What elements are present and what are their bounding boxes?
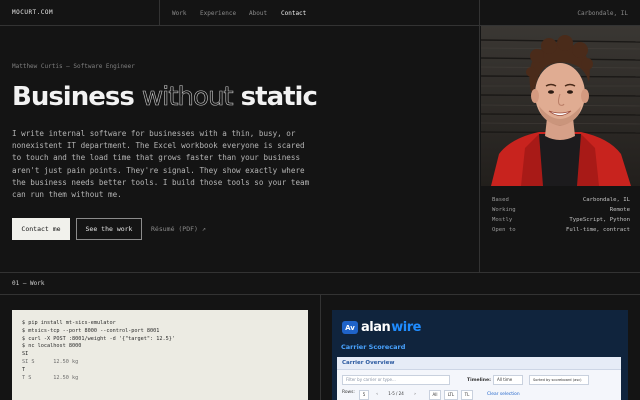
site-brand[interactable]: MOCURT.COM: [12, 9, 53, 16]
hero-section: Matthew Curtis — Software Engineer Busin…: [0, 26, 480, 272]
profile-facts: Based Carbondale, IL Working Remote Most…: [481, 186, 640, 272]
fact-row: Open to Full-time, contract: [492, 227, 630, 233]
terminal-card[interactable]: $ pip install mt-sics-emulator $ mtsics-…: [12, 310, 308, 400]
carrier-overview-panel: Carrier Overview Filter by carrier or ty…: [337, 357, 621, 400]
nav-experience[interactable]: Experience: [200, 10, 236, 17]
fact-value: TypeScript, Python: [569, 217, 630, 223]
terminal-line: SI: [22, 351, 29, 358]
panel-header: Carrier Overview: [337, 357, 621, 370]
profile-photo-illustration: [481, 26, 640, 186]
terminal-line: $ mtsics-tcp --port 8000 --control-port …: [22, 327, 160, 334]
hero-eyebrow: Matthew Curtis — Software Engineer: [12, 63, 135, 70]
terminal-line: $ pip install mt-sics-emulator: [22, 320, 116, 326]
fact-value: Carbondale, IL: [582, 197, 630, 203]
header-location: Carbondale, IL: [577, 10, 628, 17]
headline-start: Business: [12, 82, 142, 112]
rows-select[interactable]: 5: [359, 390, 369, 400]
terminal-line: SI S 12.50 kg: [22, 358, 79, 365]
headline-end: static: [232, 82, 318, 112]
rows-label: Rows:: [342, 390, 355, 395]
panel-title: Carrier Overview: [342, 360, 395, 366]
fact-value: Full-time, contract: [566, 227, 630, 233]
headline-outline-word: without: [141, 82, 234, 113]
work-section-header: 01 — Work: [0, 272, 640, 295]
fact-row: Mostly TypeScript, Python: [492, 217, 630, 223]
filter-chip-ltl[interactable]: LTL: [444, 390, 458, 400]
fact-row: Working Remote: [492, 207, 630, 213]
page-next-icon[interactable]: ›: [411, 390, 419, 400]
terminal-line: $ curl -X POST :8001/weight -d '{"target…: [22, 335, 176, 342]
fact-row: Based Carbondale, IL: [492, 197, 630, 203]
page-prev-icon[interactable]: ‹: [373, 390, 381, 400]
clear-selection-link[interactable]: Clear selection: [487, 392, 520, 397]
see-work-button[interactable]: See the work: [76, 218, 142, 240]
sort-select[interactable]: Sorted by scoreboard (asc): [529, 375, 589, 385]
terminal-line: $ nc localhost 8000: [22, 343, 82, 350]
resume-link[interactable]: Résumé (PDF) ↗: [151, 225, 206, 233]
alanwire-logo: Av alan wire: [342, 320, 421, 335]
fact-value: Remote: [609, 207, 630, 213]
alanwire-screenshot-card[interactable]: Av alan wire Carrier Scorecard Carrier O…: [332, 310, 628, 400]
fact-label: Working: [492, 207, 516, 213]
logo-text-wire: wire: [391, 320, 421, 335]
page-info: 1-5 / 24: [388, 391, 404, 396]
nav-contact[interactable]: Contact: [281, 10, 306, 17]
nav-about[interactable]: About: [249, 10, 267, 17]
carrier-filter-input[interactable]: Filter by carrier or type...: [342, 375, 450, 385]
scorecard-title: Carrier Scorecard: [341, 343, 406, 351]
fact-label: Mostly: [492, 217, 513, 223]
alanwire-logo-mark: Av: [342, 321, 358, 334]
work-card-divider: [320, 295, 321, 400]
terminal-line: T S 12.50 kg: [22, 374, 79, 381]
filter-chip-all[interactable]: All: [429, 390, 441, 400]
nav-work[interactable]: Work: [172, 10, 186, 17]
fact-label: Open to: [492, 227, 516, 233]
timeline-label: Timeline:: [467, 378, 491, 383]
main-nav: Work Experience About Contact: [159, 0, 480, 26]
terminal-line: T: [22, 366, 26, 373]
hero-intro: I write internal software for businesses…: [12, 129, 310, 200]
profile-photo: [481, 26, 640, 186]
hero-headline: Business without static: [12, 82, 318, 113]
filter-chip-tl[interactable]: TL: [461, 390, 473, 400]
logo-text-alan: alan: [361, 320, 391, 335]
fact-label: Based: [492, 197, 509, 203]
site-header: MOCURT.COM Work Experience About Contact…: [0, 0, 640, 26]
timeline-select[interactable]: All time: [493, 375, 523, 385]
contact-button[interactable]: Contact me: [12, 218, 70, 240]
work-section-label: 01 — Work: [12, 280, 45, 287]
